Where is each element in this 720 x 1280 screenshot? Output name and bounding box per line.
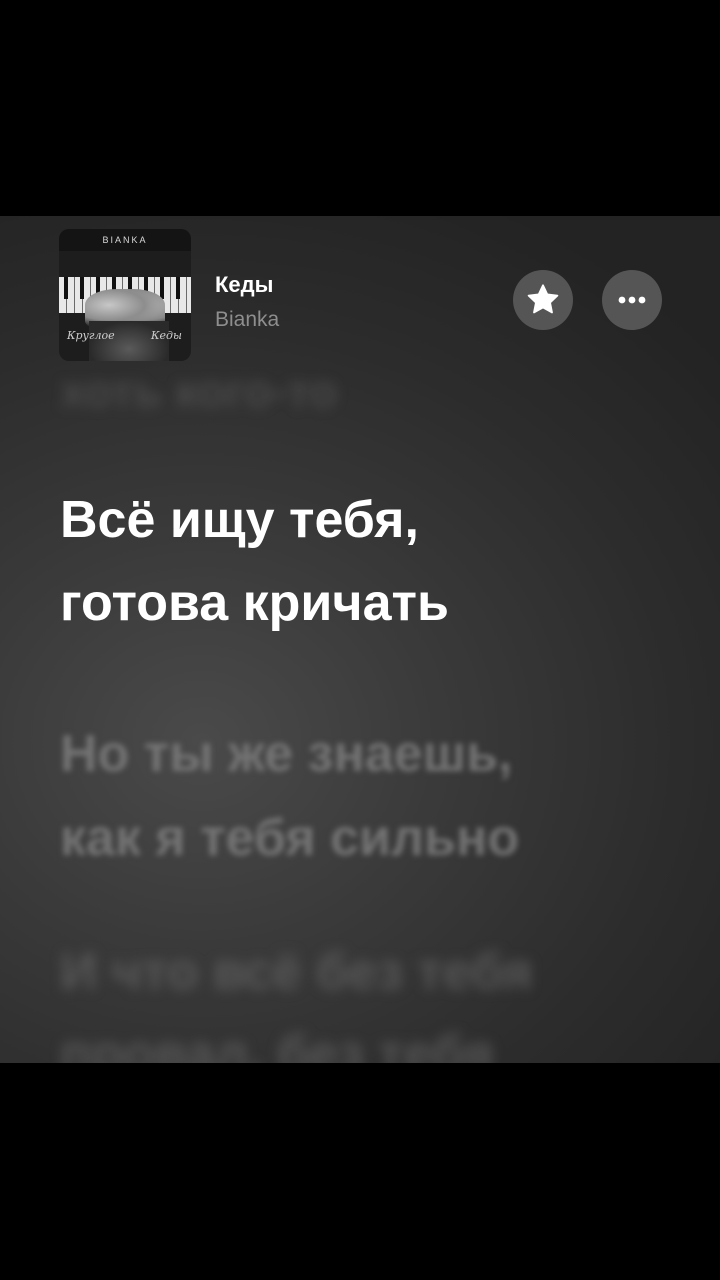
lyric-active-line-2[interactable]: готова кричать	[60, 577, 449, 629]
letterbox-bottom	[0, 1063, 720, 1280]
cover-brand-text: BIANKA	[102, 235, 148, 245]
track-title[interactable]: Кеды	[215, 272, 273, 298]
star-icon	[527, 284, 559, 314]
lyric-previous-line[interactable]: хоть кого-то	[60, 368, 337, 414]
favorite-button[interactable]	[513, 270, 573, 330]
cover-script-left: Круглое	[67, 329, 115, 342]
lyrics-screen: BIANKA Круглое Кеды Кеды Bianka хоть ког…	[0, 216, 720, 1063]
lyric-active-line-1[interactable]: Всё ищу тебя,	[60, 494, 419, 546]
ellipsis-icon	[618, 296, 646, 304]
lyric-next-line-2[interactable]: как я тебя сильно	[60, 812, 519, 864]
cover-script-right: Кеды	[151, 329, 182, 342]
letterbox-top	[0, 0, 720, 216]
track-artist[interactable]: Bianka	[215, 308, 279, 332]
lyric-after-line-2[interactable]: провал, без тебя	[60, 1028, 494, 1063]
more-button[interactable]	[602, 270, 662, 330]
album-cover[interactable]: BIANKA Круглое Кеды	[59, 229, 191, 361]
lyric-next-line-1[interactable]: Но ты же знаешь,	[60, 728, 513, 780]
lyric-after-line-1[interactable]: И что всё без тебя	[60, 946, 533, 998]
